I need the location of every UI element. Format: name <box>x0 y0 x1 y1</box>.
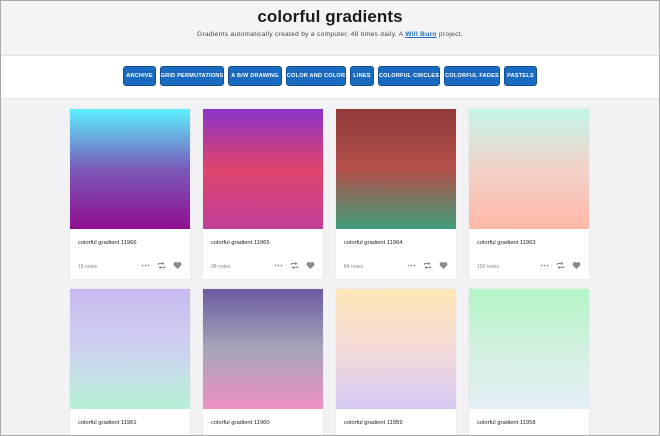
dots-icon[interactable] <box>274 261 283 270</box>
nav-color-and-color-button[interactable]: COLOR AND COLOR <box>286 66 346 86</box>
nav-bw-drawing-button[interactable]: A B/W DRAWING <box>228 66 282 86</box>
reblog-icon[interactable] <box>556 261 565 270</box>
post-card: colorful gradient 11960 <box>203 289 323 436</box>
gradient-image[interactable] <box>469 109 589 229</box>
post-notes[interactable]: 84 notes <box>344 264 363 270</box>
nav-bar: ARCHIVE GRID PERMUTATIONS A B/W DRAWING … <box>0 55 660 99</box>
nav-colorful-fades-button[interactable]: COLORFUL FADES <box>444 66 500 86</box>
post-actions <box>141 260 182 270</box>
dots-icon[interactable] <box>540 261 549 270</box>
post-actions <box>407 260 448 270</box>
reblog-icon[interactable] <box>290 261 299 270</box>
nav-lines-button[interactable]: LINES <box>350 66 374 86</box>
post-card: colorful gradient 11966 18 notes <box>70 109 190 279</box>
post-title[interactable]: colorful gradient 11958 <box>477 420 536 426</box>
post-notes[interactable]: 150 notes <box>477 264 499 270</box>
heart-icon[interactable] <box>306 261 315 270</box>
reblog-icon[interactable] <box>423 261 432 270</box>
gradient-image[interactable] <box>336 289 456 409</box>
post-notes[interactable]: 98 notes <box>211 264 230 270</box>
post-card: colorful gradient 11965 98 notes <box>203 109 323 279</box>
post-card: colorful gradient 11958 <box>469 289 589 436</box>
nav-colorful-circles-button[interactable]: COLORFUL CIRCLES <box>378 66 440 86</box>
reblog-icon[interactable] <box>157 261 166 270</box>
posts-grid: colorful gradient 11966 18 notes colorfu… <box>0 99 660 436</box>
post-card: colorful gradient 11964 84 notes <box>336 109 456 279</box>
nav-grid-permutations-button[interactable]: GRID PERMUTATIONS <box>160 66 224 86</box>
heart-icon[interactable] <box>173 261 182 270</box>
post-title[interactable]: colorful gradient 11966 <box>78 240 137 246</box>
tagline-text: Gradients automatically created by a com… <box>197 31 404 38</box>
post-title[interactable]: colorful gradient 11964 <box>344 240 403 246</box>
post-title[interactable]: colorful gradient 11960 <box>211 420 270 426</box>
nav-pastels-button[interactable]: PASTELS <box>504 66 537 86</box>
post-notes[interactable]: 18 notes <box>78 264 97 270</box>
dots-icon[interactable] <box>407 261 416 270</box>
post-title[interactable]: colorful gradient 11965 <box>211 240 270 246</box>
post-title[interactable]: colorful gradient 11963 <box>477 240 536 246</box>
author-link[interactable]: Will Burn <box>405 31 437 38</box>
tagline-suffix: project. <box>438 31 463 38</box>
gradient-image[interactable] <box>336 109 456 229</box>
post-title[interactable]: colorful gradient 11961 <box>78 420 137 426</box>
post-card: colorful gradient 11961 <box>70 289 190 436</box>
post-actions <box>540 260 581 270</box>
post-card: colorful gradient 11959 <box>336 289 456 436</box>
post-title[interactable]: colorful gradient 11959 <box>344 420 403 426</box>
site-title[interactable]: colorful gradients <box>0 7 660 27</box>
dots-icon[interactable] <box>141 261 150 270</box>
post-actions <box>274 260 315 270</box>
gradient-image[interactable] <box>70 109 190 229</box>
site-header: colorful gradients Gradients automatical… <box>0 0 660 55</box>
gradient-image[interactable] <box>203 289 323 409</box>
heart-icon[interactable] <box>439 261 448 270</box>
site-tagline: Gradients automatically created by a com… <box>0 31 660 38</box>
heart-icon[interactable] <box>572 261 581 270</box>
nav-archive-button[interactable]: ARCHIVE <box>123 66 156 86</box>
gradient-image[interactable] <box>203 109 323 229</box>
post-card: colorful gradient 11963 150 notes <box>469 109 589 279</box>
gradient-image[interactable] <box>70 289 190 409</box>
gradient-image[interactable] <box>469 289 589 409</box>
